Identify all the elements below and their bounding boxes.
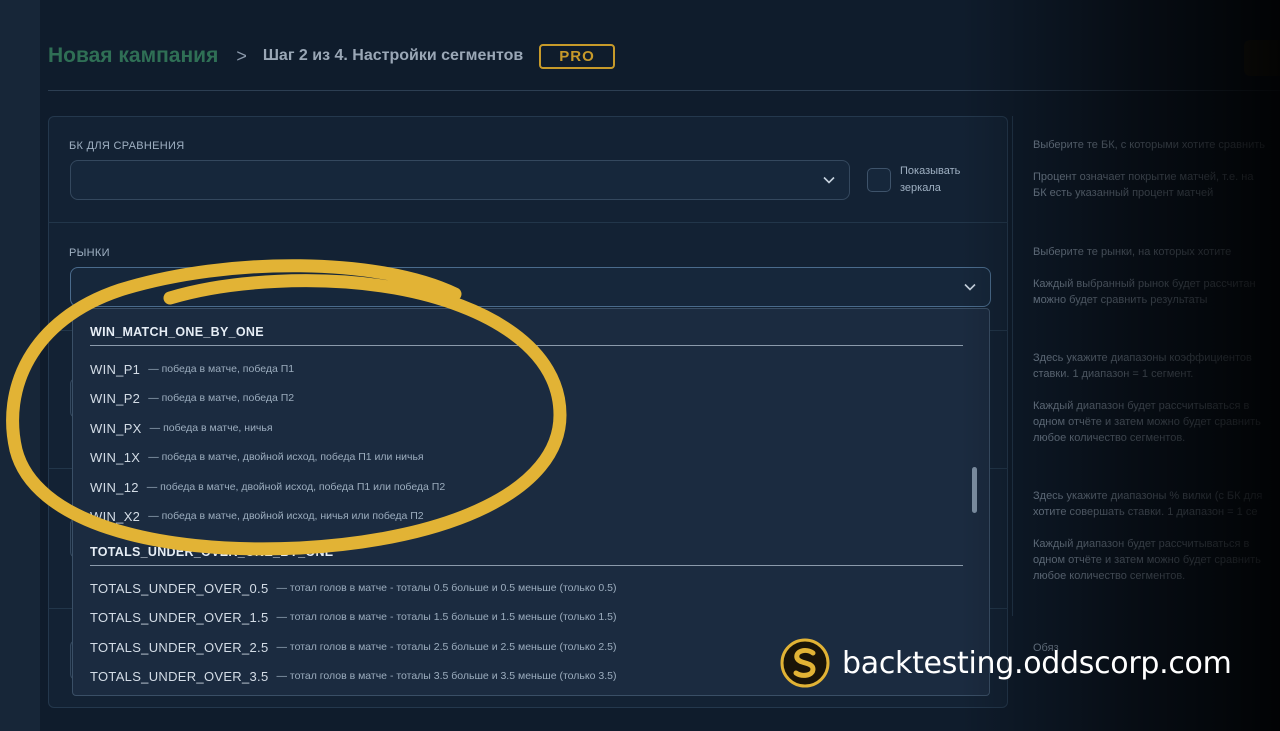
market-description: — победа в матче, двойной исход, ничья и… xyxy=(148,510,424,522)
top-action-button[interactable] xyxy=(1244,40,1280,76)
market-code: WIN_12 xyxy=(90,479,139,495)
market-description: — победа в матче, победа П1 xyxy=(148,363,295,375)
help-text: хотите совершать ставки. 1 диапазон = 1 … xyxy=(1033,506,1258,518)
help-text: ставки. 1 диапазон = 1 сегмент. xyxy=(1033,368,1194,380)
market-code: WIN_PX xyxy=(90,420,142,436)
market-description: — тотал голов в матче - тоталы 3.5 больш… xyxy=(276,670,617,682)
help-markets: Выберите те рынки, на которых хотите Каж… xyxy=(1033,244,1280,308)
market-code: TOTALS_UNDER_OVER_3.5 xyxy=(90,668,269,684)
market-code: WIN_1X xyxy=(90,449,141,465)
dropdown-scrollbar[interactable] xyxy=(972,467,977,513)
help-text: любое количество сегментов. xyxy=(1033,570,1186,582)
market-description: — победа в матче, победа П2 xyxy=(148,392,295,404)
help-text: одном отчёте и затем можно будет сравнит… xyxy=(1033,416,1261,428)
help-text: Каждый выбранный рынок будет рассчитан xyxy=(1033,278,1256,290)
market-option-win-p1[interactable]: WIN_P1 — победа в матче, победа П1 xyxy=(90,358,294,380)
step-title: Шаг 2 из 4. Настройки сегментов xyxy=(262,47,524,64)
market-code: WIN_X2 xyxy=(90,508,141,524)
market-option-totals-0-5[interactable]: TOTALS_UNDER_OVER_0.5 — тотал голов в ма… xyxy=(90,577,616,599)
bookmakers-label: БК ДЛЯ СРАВНЕНИЯ xyxy=(69,140,185,152)
help-text: Каждый диапазон будет рассчитываться в xyxy=(1033,400,1250,412)
market-description: — тотал голов в матче - тоталы 0.5 больш… xyxy=(276,582,617,594)
market-description: — тотал голов в матче - тоталы 2.5 больш… xyxy=(276,641,617,653)
market-option-win-1x[interactable]: WIN_1X — победа в матче, двойной исход, … xyxy=(90,446,424,468)
market-option-win-x2[interactable]: WIN_X2 — победа в матче, двойной исход, … xyxy=(90,505,424,527)
market-code: WIN_P2 xyxy=(90,390,141,406)
market-group-header: TOTALS_UNDER_OVER_ONE_BY_ONE xyxy=(90,545,963,566)
pro-badge: PRO xyxy=(539,43,615,69)
oddscorp-logo-icon xyxy=(780,638,830,688)
help-text: Процент означает покрытие матчей, т.е. н… xyxy=(1033,171,1254,183)
chevron-down-icon xyxy=(964,283,976,291)
market-option-totals-1-5[interactable]: TOTALS_UNDER_OVER_1.5 — тотал голов в ма… xyxy=(90,606,616,628)
help-text: Каждый диапазон будет рассчитываться в xyxy=(1033,538,1250,550)
market-description: — победа в матче, ничья xyxy=(149,422,273,434)
market-code: TOTALS_UNDER_OVER_0.5 xyxy=(90,580,269,596)
help-text: одном отчёте и затем можно будет сравнит… xyxy=(1033,554,1261,566)
help-bookmakers: Выберите те БК, с которыми хотите сравни… xyxy=(1033,137,1280,201)
help-text: любое количество сегментов. xyxy=(1033,432,1186,444)
markets-label: РЫНКИ xyxy=(69,247,110,259)
help-text: можно будет сравнить результаты xyxy=(1033,294,1208,306)
market-option-win-p2[interactable]: WIN_P2 — победа в матче, победа П2 xyxy=(90,387,294,409)
market-option-totals-2-5[interactable]: TOTALS_UNDER_OVER_2.5 — тотал голов в ма… xyxy=(90,636,616,658)
chevron-down-icon xyxy=(823,176,835,184)
help-text: Здесь укажите диапазоны коэффициентов xyxy=(1033,352,1252,364)
market-description: — победа в матче, двойной исход, победа … xyxy=(148,451,424,463)
mirrors-checkbox-label: Показывать зеркала xyxy=(900,163,990,197)
help-text: БК есть указанный процент матчей xyxy=(1033,187,1214,199)
market-option-win-12[interactable]: WIN_12 — победа в матче, двойной исход, … xyxy=(90,476,445,498)
bookmakers-select[interactable] xyxy=(70,160,850,200)
help-text: Выберите те рынки, на которых хотите xyxy=(1033,246,1232,258)
left-rail xyxy=(0,0,40,731)
market-option-totals-3-5[interactable]: TOTALS_UNDER_OVER_3.5 — тотал голов в ма… xyxy=(90,665,616,687)
market-code: WIN_P1 xyxy=(90,361,141,377)
help-odds: Здесь укажите диапазоны коэффициентов ст… xyxy=(1033,350,1280,446)
markets-select[interactable] xyxy=(70,267,991,307)
page-header: Новая кампания > Шаг 2 из 4. Настройки с… xyxy=(48,40,615,72)
market-description: — победа в матче, двойной исход, победа … xyxy=(146,481,446,493)
help-divider xyxy=(1012,116,1013,616)
header-divider xyxy=(48,90,1280,91)
market-code: TOTALS_UNDER_OVER_2.5 xyxy=(90,639,269,655)
help-text: Здесь укажите диапазоны % вилки (с БК дл… xyxy=(1033,490,1263,502)
market-code: TOTALS_UNDER_OVER_1.5 xyxy=(90,609,269,625)
market-group-header: WIN_MATCH_ONE_BY_ONE xyxy=(90,325,963,346)
mirrors-label-line1: Показывать xyxy=(900,165,961,177)
row-divider xyxy=(48,222,1008,223)
mirrors-label-line2: зеркала xyxy=(900,182,941,194)
brand-text: backtesting.oddscorp.com xyxy=(842,645,1232,681)
page-title[interactable]: Новая кампания xyxy=(48,44,218,68)
market-description: — тотал голов в матче - тоталы 1.5 больш… xyxy=(276,611,617,623)
mirrors-checkbox[interactable] xyxy=(867,168,891,192)
help-text: Выберите те БК, с которыми хотите сравни… xyxy=(1033,139,1265,151)
brand-watermark: backtesting.oddscorp.com xyxy=(780,638,1232,688)
help-fork: Здесь укажите диапазоны % вилки (с БК дл… xyxy=(1033,488,1280,584)
market-option-win-px[interactable]: WIN_PX — победа в матче, ничья xyxy=(90,417,273,439)
breadcrumb-separator-icon: > xyxy=(236,45,247,66)
